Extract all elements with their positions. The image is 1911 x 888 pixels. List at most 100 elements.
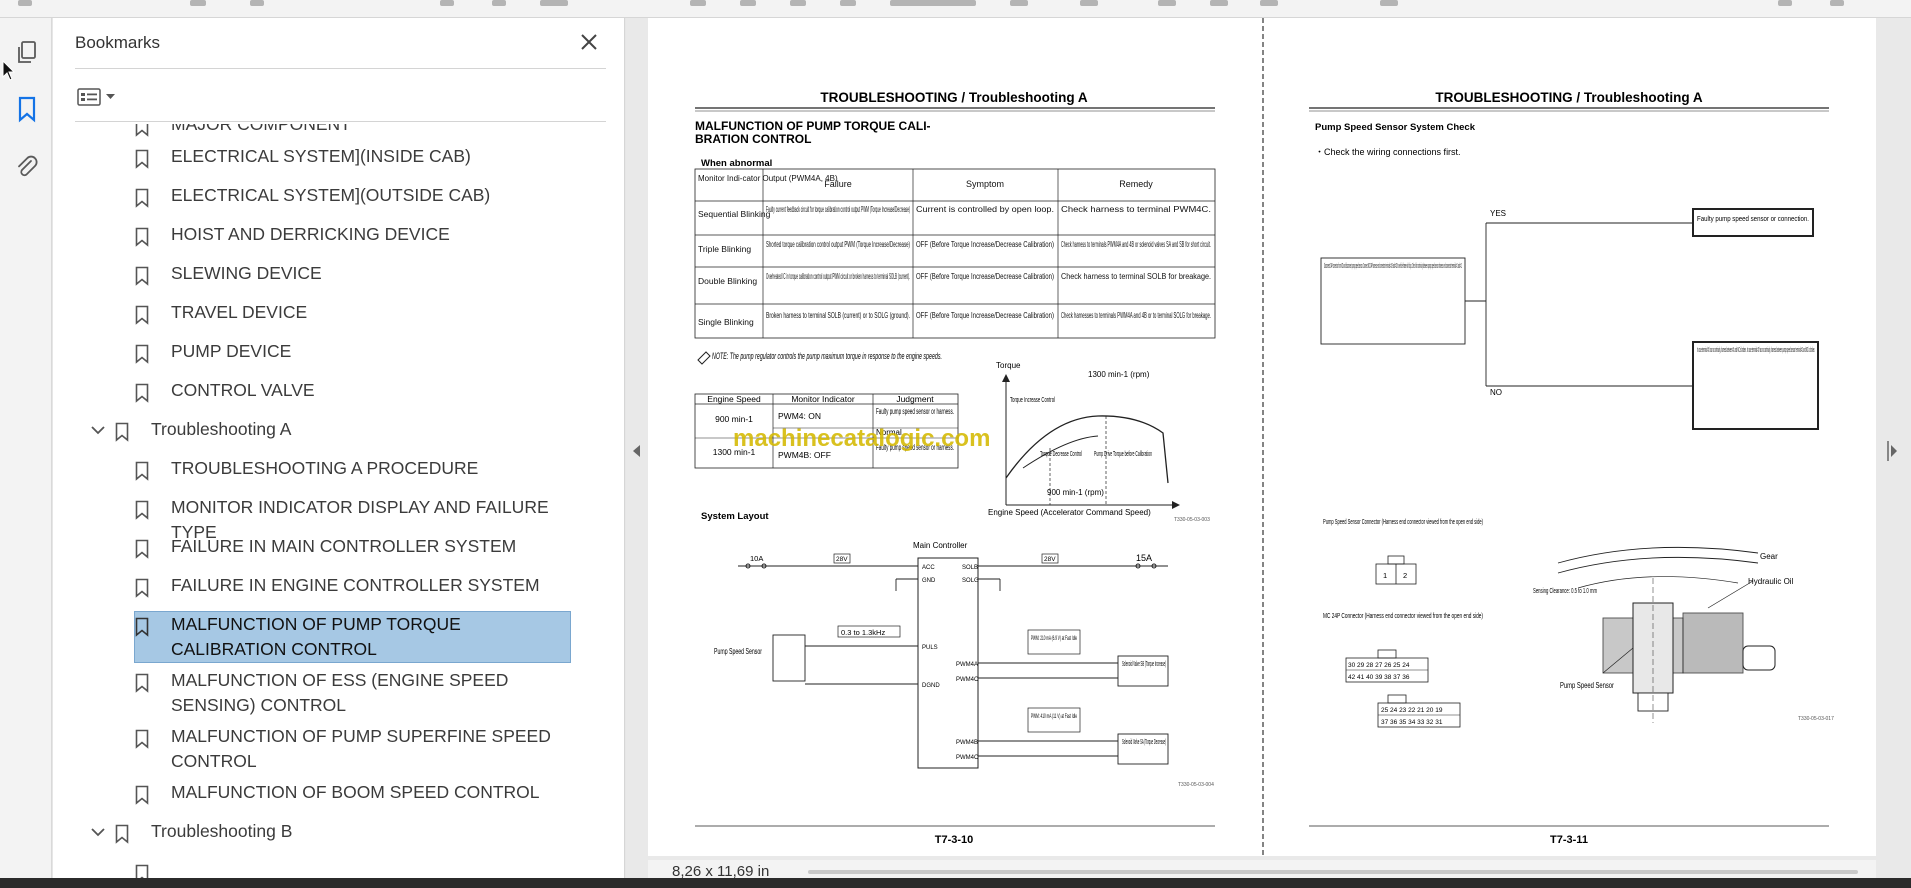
chevron-down-icon — [91, 827, 105, 836]
bookmark-item-troubleshooting-b[interactable]: Troubleshooting B — [115, 819, 292, 844]
flow-check-box: Disconnect 24P connector from MC and dis… — [1324, 261, 1462, 270]
bookmark-item[interactable]: MALFUNCTION OF PUMP SUPERFINE SPEED CONT… — [135, 724, 575, 774]
bookmarks-icon[interactable] — [14, 94, 40, 124]
table-cell: Double Blinking — [698, 276, 757, 286]
svg-text:1: 1 — [1383, 571, 1387, 580]
collapse-right-panel-button[interactable] — [1883, 440, 1901, 462]
bookmark-label: MAJOR COMPONENT — [171, 124, 351, 134]
svg-text:PWM4C: PWM4C — [956, 677, 979, 683]
bookmark-item[interactable]: ELECTRICAL SYSTEM](INSIDE CAB) — [135, 144, 471, 169]
table-header-cell: Remedy — [1119, 179, 1153, 189]
flow-no-box: In case terminal #1 has no continuity, h… — [1697, 345, 1815, 354]
bookmark-item[interactable]: CONTROL VALVE — [135, 378, 315, 403]
bookmark-icon — [135, 461, 149, 481]
bookmark-label: HOIST AND DERRICKING DEVICE — [171, 224, 450, 244]
watermark-text: machinecatalogic.com — [733, 425, 990, 452]
close-panel-button[interactable] — [575, 28, 603, 56]
bookmarks-panel: Bookmarks MAJOR COMPONENT ELECTRICAL SYS… — [53, 18, 671, 878]
note-text: NOTE: The pump regulator controls the pu… — [712, 351, 942, 362]
table-cell: OFF (Before Torque Increase/Decrease Cal… — [916, 272, 1054, 281]
bookmark-label: PUMP DEVICE — [171, 341, 292, 361]
clearance-label: Sensing Clearance: 0.5 to 1.0 mm — [1533, 586, 1597, 595]
bookmark-icon — [115, 824, 129, 844]
bookmark-label: MALFUNCTION OF BOOM SPEED CONTROL — [171, 782, 540, 802]
table-cell: Sequential Blinking — [698, 209, 771, 219]
solenoid-sa-label: Solenoid Valve SA (Torque Decrease) — [1122, 739, 1166, 746]
collapse-toggle[interactable] — [88, 822, 108, 842]
svg-text:28V: 28V — [1044, 556, 1056, 563]
bookmark-item[interactable]: MALFUNCTION OF ESS (ENGINE SPEED SENSING… — [135, 668, 575, 718]
hydraulic-oil-label: Hydraulic Oil — [1748, 577, 1794, 586]
bookmark-item[interactable]: TRAVEL DEVICE — [135, 300, 307, 325]
collapse-toggle[interactable] — [88, 420, 108, 440]
graph-y-label: Torque — [996, 361, 1021, 370]
bookmark-label: ELECTRICAL SYSTEM](OUTSIDE CAB) — [171, 185, 491, 205]
table-cell: Check harness to terminal SOLB for break… — [1061, 272, 1211, 281]
bookmark-icon — [135, 227, 149, 247]
bookmark-item[interactable]: FAILURE IN MAIN CONTROLLER SYSTEM — [135, 534, 516, 559]
list-options-icon — [77, 88, 101, 106]
mouse-pointer-icon — [2, 59, 16, 87]
note-block: NOTE: The pump regulator controls the pu… — [697, 351, 942, 365]
bookmark-icon — [135, 617, 149, 637]
left-page-number: T7-3-10 — [935, 834, 974, 846]
collapse-left-panel-button[interactable] — [628, 440, 646, 462]
bookmark-label: Troubleshooting B — [151, 821, 293, 841]
svg-text:10A: 10A — [750, 554, 763, 563]
bookmark-label: FAILURE IN MAIN CONTROLLER SYSTEM — [171, 536, 517, 556]
bookmark-item[interactable]: MALFUNCTION OF BOOM SPEED CONTROL — [135, 780, 540, 805]
svg-text:30 29 28 27 26 25 24: 30 29 28 27 26 25 24 — [1348, 662, 1410, 669]
bookmark-options-button[interactable] — [75, 82, 121, 112]
pwm-label: PWM: 210 mA (6.9 V) at Fast Idle — [1031, 635, 1077, 642]
graph-x-label: Engine Speed (Accelerator Command Speed) — [988, 508, 1151, 517]
svg-text:T330-05-03-017: T330-05-03-017 — [1798, 716, 1834, 722]
bookmark-label: TRAVEL DEVICE — [171, 302, 308, 322]
bookmark-item[interactable]: ELECTRICAL SYSTEM](OUTSIDE CAB) — [135, 183, 490, 208]
table-cell: Current is controlled by open loop. — [916, 205, 1054, 214]
table-cell: Check harnesses to terminals PWM4A and 4… — [1061, 311, 1211, 320]
page-thumbnails-icon[interactable] — [14, 38, 40, 68]
close-icon — [581, 34, 597, 50]
bookmark-item[interactable]: TROUBLESHOOTING A PROCEDURE — [135, 456, 478, 481]
bookmark-icon — [135, 785, 149, 805]
bookmark-icon — [135, 149, 149, 169]
bookmark-item-troubleshooting-a[interactable]: Troubleshooting A — [115, 417, 291, 442]
bookmark-label: MALFUNCTION OF ESS (ENGINE SPEED SENSING… — [171, 670, 509, 715]
bookmark-label: Troubleshooting A — [151, 419, 292, 439]
bookmark-tree: MAJOR COMPONENT ELECTRICAL SYSTEM](INSID… — [53, 124, 598, 878]
left-page-header: TROUBLESHOOTING / Troubleshooting A — [820, 90, 1087, 105]
bookmark-item[interactable]: HOIST AND DERRICKING DEVICE — [135, 222, 450, 247]
bookmark-item-selected[interactable]: MALFUNCTION OF PUMP TORQUE CALIBRATION C… — [134, 611, 571, 663]
bookmark-item[interactable]: SLEWING DEVICE — [135, 261, 322, 286]
table-cell: Broken harness to terminal SOLB (current… — [766, 311, 910, 320]
table-cell: Shorted torque calibration control outpu… — [766, 240, 910, 249]
bookmark-item[interactable]: PUMP DEVICE — [135, 339, 291, 364]
bookmark-icon — [135, 673, 149, 693]
svg-text:PWM4A: PWM4A — [956, 662, 978, 668]
sensor-label: Pump Speed Sensor — [1560, 681, 1614, 690]
table-cell: PWM4: ON — [778, 411, 821, 421]
navigation-rail — [0, 18, 52, 878]
section-title: BRATION CONTROL — [695, 132, 811, 146]
table-cell: Overheated IC in torque calibration cont… — [766, 272, 910, 281]
bookmark-item[interactable]: FAILURE IN ENGINE CONTROLLER SYSTEM — [135, 573, 540, 598]
svg-text:28V: 28V — [836, 556, 848, 563]
bookmark-icon — [135, 305, 149, 325]
flow-yes-box: Faulty pump speed sensor or connection. — [1697, 214, 1809, 223]
bookmark-label: ELECTRICAL SYSTEM](INSIDE CAB) — [171, 146, 471, 166]
bookmark-item[interactable] — [135, 859, 149, 878]
horizontal-scrollbar[interactable] — [808, 870, 1858, 874]
bookmark-label: SLEWING DEVICE — [171, 263, 322, 283]
bookmark-label: TROUBLESHOOTING A PROCEDURE — [171, 458, 479, 478]
table-header-cell: Monitor Indicator — [791, 394, 854, 404]
section-title: MALFUNCTION OF PUMP TORQUE CALI- — [695, 119, 931, 133]
svg-text:42 41 40 39 38 37 36: 42 41 40 39 38 37 36 — [1348, 674, 1410, 681]
panel-divider — [75, 68, 606, 69]
bookmark-item[interactable]: MAJOR COMPONENT — [135, 124, 351, 137]
attachments-icon[interactable] — [14, 152, 40, 182]
svg-text:ACC: ACC — [922, 565, 935, 571]
left-page: TROUBLESHOOTING / Troubleshooting A MALF… — [694, 90, 1216, 846]
graph-label: Pump Drive Torque before Calibration — [1094, 449, 1152, 458]
table-header-cell: Engine Speed — [707, 394, 761, 404]
right-page-number: T7-3-11 — [1550, 834, 1588, 846]
